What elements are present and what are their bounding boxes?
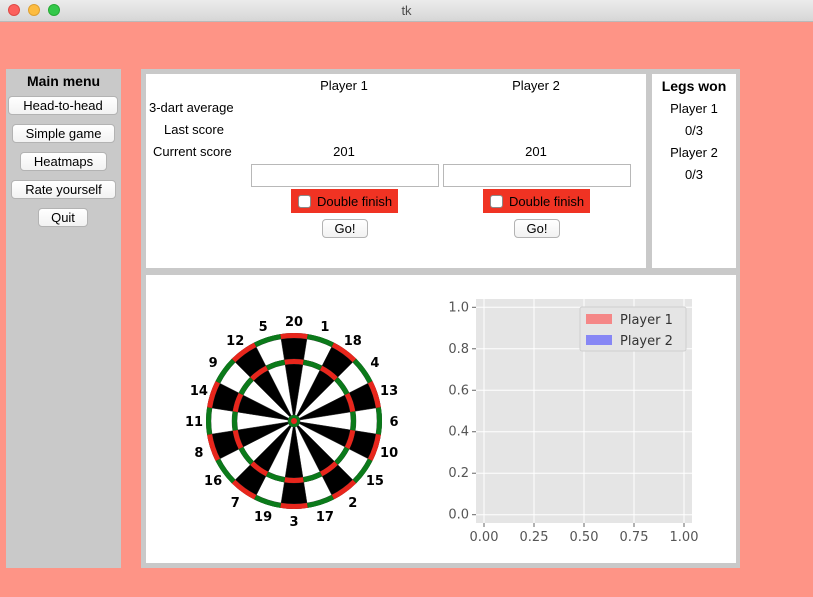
treble-ring-segment[interactable] (232, 411, 238, 431)
y-tick-label: 1.0 (448, 300, 469, 315)
player1-current-score: 201 (333, 144, 355, 159)
legend-label: Player 1 (620, 313, 673, 328)
board-number-label: 18 (344, 334, 362, 349)
current-score-label: Current score (153, 144, 232, 159)
board-number-label: 1 (320, 320, 329, 335)
scoreboard-panel: Player 1 Player 2 3-dart average Last sc… (146, 74, 646, 268)
x-tick-label: 0.50 (570, 530, 599, 545)
player2-current-score: 201 (525, 144, 547, 159)
legs-won-panel: Legs won Player 1 0/3 Player 2 0/3 (652, 74, 736, 268)
legs-player1-value: 0/3 (684, 123, 704, 138)
double-finish-label: Double finish (509, 193, 585, 209)
board-number-label: 11 (185, 415, 203, 430)
board-number-label: 10 (380, 446, 398, 461)
board-number-label: 12 (226, 334, 244, 349)
board-number-label: 5 (259, 320, 268, 335)
simple-game-button[interactable]: Simple game (12, 124, 115, 143)
player1-header: Player 1 (320, 78, 368, 93)
y-tick-label: 0.4 (448, 425, 469, 440)
double-finish-label: Double finish (317, 193, 393, 209)
legend-label: Player 2 (620, 334, 673, 349)
board-number-label: 9 (209, 356, 218, 371)
player1-double-finish-checkbox[interactable]: Double finish (291, 189, 398, 213)
window-title: tk (401, 3, 412, 18)
board-number-label: 3 (289, 515, 298, 530)
board-and-chart-canvas: 20 1 18 413 6 10 15 2 17 3 19 7 168 11 149 12 5 0.00 0.25… (185, 299, 698, 545)
board-number-label: 14 (190, 384, 208, 399)
head-to-head-button[interactable]: Head-to-head (8, 96, 118, 115)
rate-yourself-button[interactable]: Rate yourself (11, 180, 116, 199)
legs-player2-value: 0/3 (684, 167, 704, 182)
player2-go-button[interactable]: Go! (514, 219, 560, 238)
outer-single-segment[interactable] (210, 407, 233, 435)
player2-double-finish-checkbox[interactable]: Double finish (483, 189, 590, 213)
outer-single-segment[interactable] (280, 482, 308, 505)
board-number-label: 7 (231, 496, 240, 511)
y-tick-label: 0.6 (448, 383, 469, 398)
board-number-label: 8 (194, 446, 203, 461)
player2-header: Player 2 (512, 78, 560, 93)
player1-go-button[interactable]: Go! (322, 219, 368, 238)
checkbox-box[interactable] (298, 194, 311, 208)
x-tick-label: 1.00 (670, 530, 699, 545)
outer-single-segment[interactable] (280, 337, 308, 360)
board-number-label: 19 (254, 510, 272, 525)
legs-won-title: Legs won (661, 78, 727, 94)
outer-single-segment[interactable] (355, 407, 378, 435)
quit-button[interactable]: Quit (38, 208, 88, 227)
dartboard[interactable]: 20 1 18 413 6 10 15 2 17 3 19 7 168 11 149 12 5 (185, 315, 399, 530)
y-tick-label: 0.8 (448, 342, 469, 357)
heatmaps-button[interactable]: Heatmaps (20, 152, 107, 171)
title-bar: tk (0, 0, 813, 22)
treble-ring-segment[interactable] (284, 359, 304, 365)
legs-player1-label: Player 1 (670, 101, 718, 116)
board-number-label: 2 (348, 496, 357, 511)
y-tick-label: 0.0 (448, 508, 469, 523)
legs-player2-label: Player 2 (670, 145, 718, 160)
legend-swatch (586, 314, 612, 324)
board-number-label: 4 (370, 356, 379, 371)
y-tick-label: 0.2 (448, 466, 469, 481)
board-number-label: 15 (366, 474, 384, 489)
treble-ring-segment[interactable] (350, 411, 356, 431)
checkbox-box[interactable] (490, 194, 503, 208)
player1-score-input[interactable] (251, 164, 439, 187)
x-tick-label: 0.25 (520, 530, 549, 545)
treble-ring-segment[interactable] (284, 477, 304, 483)
bullseye[interactable] (291, 418, 297, 424)
x-tick-label: 0.00 (470, 530, 499, 545)
score-chart: 0.00 0.25 0.50 0.75 1.00 0.0 0.2 0.4 0.6 0.8 1.0 Pl… (448, 299, 698, 545)
player2-score-input[interactable] (443, 164, 631, 187)
x-tick-label: 0.75 (620, 530, 649, 545)
bottom-panel: 20 1 18 4 13 6 10 15 2 17 3 19 7 16 8 11 14 9 12 5 0.00 0.25… (146, 275, 736, 563)
last-score-label: Last score (164, 122, 224, 137)
board-number-label: 20 (285, 315, 303, 330)
three-dart-average-label: 3-dart average (149, 100, 234, 115)
legend-swatch (586, 335, 612, 345)
board-number-label: 6 (389, 415, 398, 430)
main-menu-title: Main menu (26, 73, 101, 89)
board-number-label: 13 (380, 384, 398, 399)
main-menu: Main menu Head-to-head Simple game Heatm… (6, 69, 121, 568)
board-number-label: 16 (204, 474, 222, 489)
board-number-label: 17 (316, 510, 334, 525)
